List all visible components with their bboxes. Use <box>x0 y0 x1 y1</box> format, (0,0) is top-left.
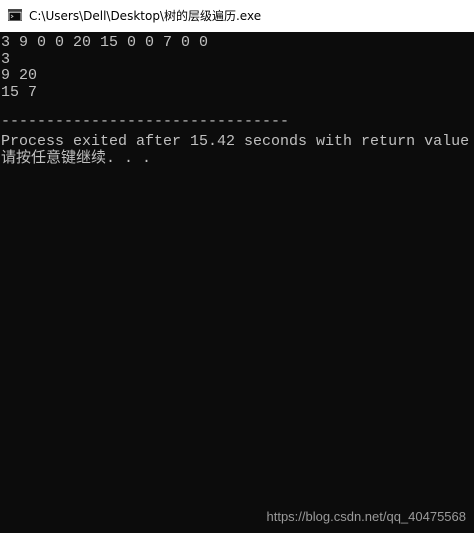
console-app-icon <box>8 9 22 21</box>
title-bar[interactable]: C:\Users\Dell\Desktop\树的层级遍历.exe <box>0 0 474 32</box>
console-window: C:\Users\Dell\Desktop\树的层级遍历.exe 3 9 0 0… <box>0 0 474 533</box>
console-line-press-any-key: 请按任意键继续. . . <box>1 150 152 167</box>
console-line-level-2: 9 20 <box>1 67 38 84</box>
console-line-input: 3 9 0 0 20 15 0 0 7 0 0 <box>1 34 209 51</box>
console-separator: -------------------------------- <box>1 113 290 130</box>
console-line-level-3: 15 7 <box>1 84 38 101</box>
console-line-level-1: 3 <box>1 51 11 68</box>
console-output: 3 9 0 0 20 15 0 0 7 0 0 3 9 20 15 7 ----… <box>0 32 474 533</box>
watermark: https://blog.csdn.net/qq_40475568 <box>266 509 467 524</box>
window-title: C:\Users\Dell\Desktop\树的层级遍历.exe <box>29 9 262 23</box>
console-line-exit-status: Process exited after 15.42 seconds with … <box>1 133 474 150</box>
